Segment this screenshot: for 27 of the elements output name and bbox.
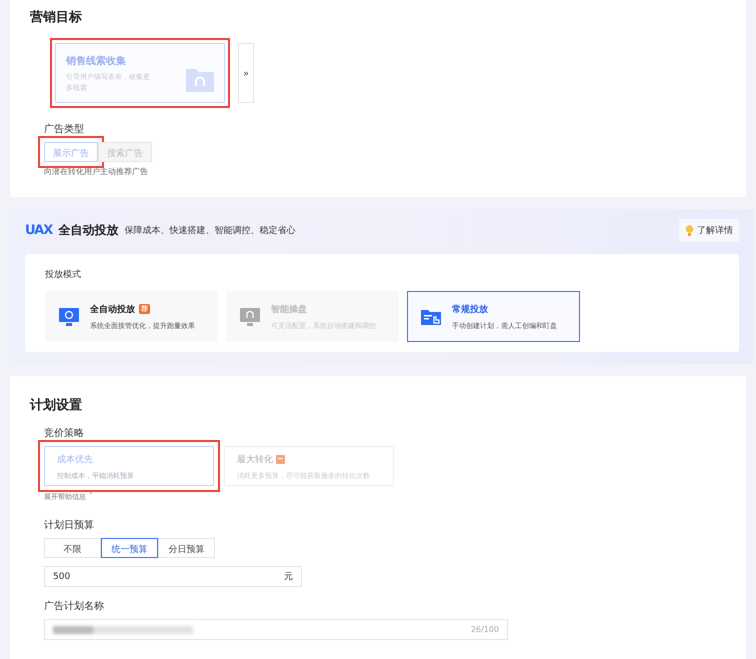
field-label: 广告类型 [44,122,85,136]
budget-tab[interactable]: 分日预算 [158,538,215,558]
section-title: 营销目标 [30,9,83,26]
field-label: 竞价策略 [44,426,85,440]
field-label: 投放模式 [45,268,82,281]
folder-icon [186,66,214,92]
monitor-icon [58,306,80,328]
banner-subtitle: 保障成本、快速搭建、智能调控、稳定省心 [124,224,296,237]
monitor-icon [239,306,261,328]
expand-button[interactable]: » [238,43,254,103]
field-label: 计划日预算 [44,518,95,532]
lightbulb-icon [685,225,694,236]
hint-text: 向潜在转化用户主动推荐广告 [44,166,149,177]
learn-more-button[interactable]: 了解详情 [679,219,739,242]
budget-input[interactable]: 500 元 [44,566,302,587]
budget-tab[interactable]: 统一预算 [101,538,158,558]
logo: UAX [25,223,52,238]
budget-tab[interactable]: 不限 [44,538,101,558]
banner-title: 全自动投放 [58,222,118,239]
goal-title: 销售线索收集 [66,54,127,68]
bid-title: 成本优先 [57,454,93,466]
mode-title: 全自动投放 [90,304,135,316]
field-label: 广告计划名称 [44,600,105,613]
section-title: 计划设置 [30,397,83,414]
bid-title: 最大转化 [237,454,273,466]
mode-title: 常规投放 [452,303,488,316]
mode-title: 智能操盘 [271,304,307,316]
